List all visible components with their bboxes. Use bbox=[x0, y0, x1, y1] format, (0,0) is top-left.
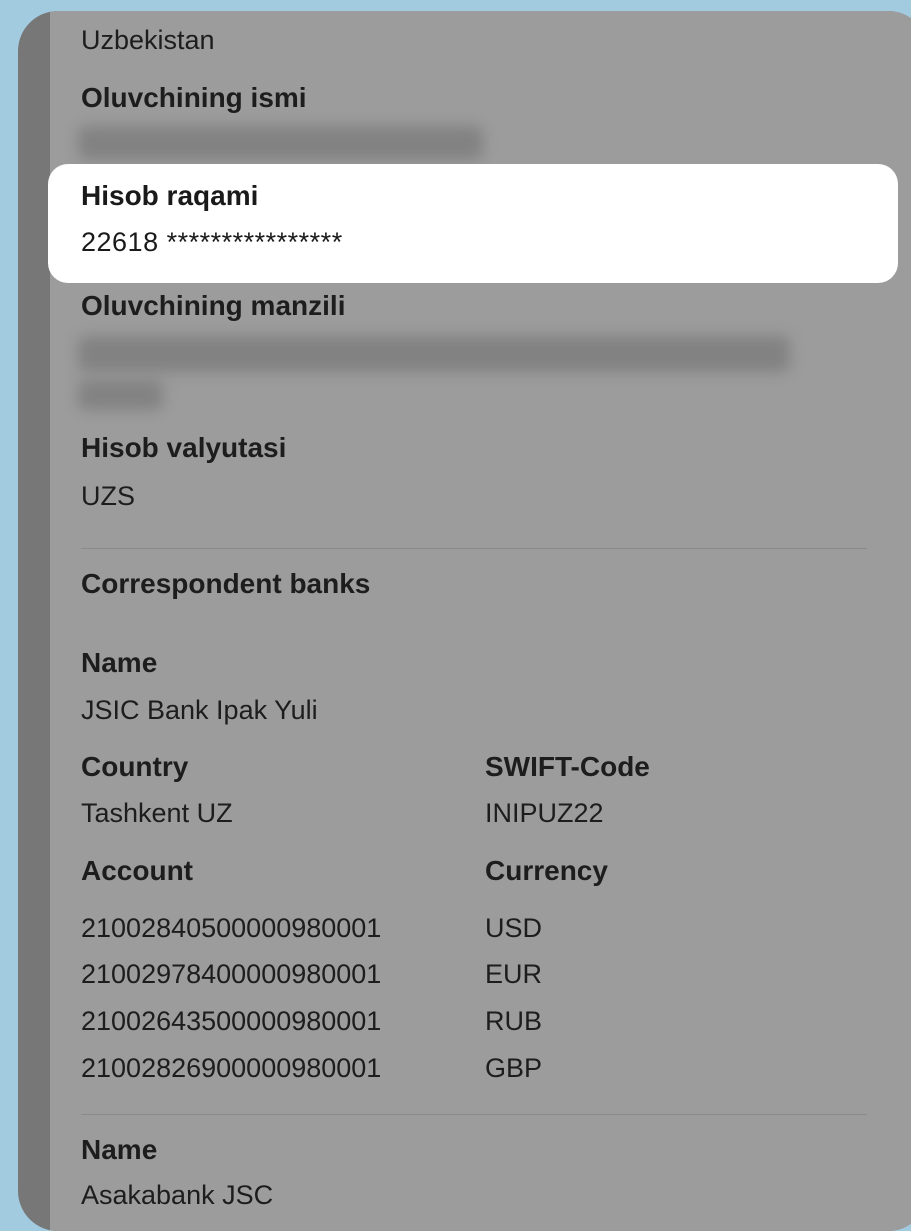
bank2-name-label: Name bbox=[81, 1134, 158, 1165]
account-currency-value: UZS bbox=[81, 481, 135, 511]
bank1-currency-row: USD bbox=[485, 913, 543, 943]
recipient-address-label: Oluvchining manzili bbox=[81, 290, 346, 321]
bank1-country-value: Tashkent UZ bbox=[81, 798, 233, 828]
recipient-name-redacted bbox=[78, 126, 483, 160]
bank1-currency-row: EUR bbox=[485, 959, 543, 989]
bank1-swift-label: SWIFT-Code bbox=[485, 751, 650, 782]
recipient-name-label: Oluvchining ismi bbox=[81, 82, 307, 113]
bank1-account-label: Account bbox=[81, 855, 193, 886]
bank1-currency-row: GBP bbox=[485, 1053, 543, 1083]
bank1-country-label: Country bbox=[81, 751, 189, 782]
recipient-country-value: Uzbekistan bbox=[81, 25, 215, 55]
bank1-account-row: 21002978400000980001 bbox=[81, 959, 382, 989]
recipient-address-redacted-line1 bbox=[78, 336, 790, 372]
bank1-name-label: Name bbox=[81, 647, 158, 678]
recipient-address-redacted-line2 bbox=[78, 380, 163, 410]
bank1-name-value: JSIC Bank Ipak Yuli bbox=[81, 695, 318, 725]
bank1-swift-value: INIPUZ22 bbox=[485, 798, 604, 828]
bank1-account-row: 21002643500000980001 bbox=[81, 1006, 382, 1036]
bank1-currency-row: RUB bbox=[485, 1006, 543, 1036]
account-number-value: 22618 **************** bbox=[81, 227, 343, 257]
account-number-label: Hisob raqami bbox=[81, 180, 259, 211]
section-divider bbox=[81, 548, 867, 549]
bank1-account-row: 21002840500000980001 bbox=[81, 913, 382, 943]
account-currency-label: Hisob valyutasi bbox=[81, 432, 287, 463]
correspondent-banks-title: Correspondent banks bbox=[81, 568, 371, 599]
bank1-account-row: 21002826900000980001 bbox=[81, 1053, 382, 1083]
account-number-highlight[interactable]: Hisob raqami 22618 **************** bbox=[48, 164, 898, 283]
bank-divider bbox=[81, 1114, 867, 1115]
bank1-currency-label: Currency bbox=[485, 855, 608, 886]
bank2-name-value: Asakabank JSC bbox=[81, 1180, 274, 1210]
